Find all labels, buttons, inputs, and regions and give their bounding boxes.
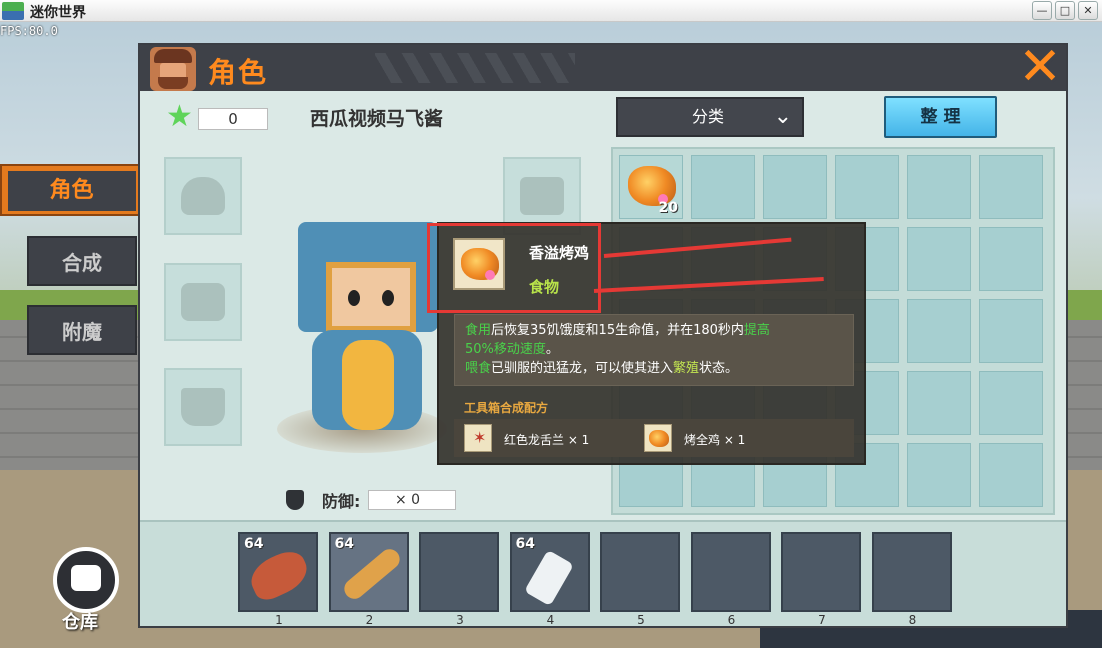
chestplate-slot[interactable] <box>164 263 242 341</box>
agave-icon: ✶ <box>464 424 492 452</box>
storage-icon <box>71 565 101 591</box>
tab-crafting[interactable]: 合成 <box>27 236 137 286</box>
hotbar-slot-number: 1 <box>275 613 283 627</box>
app-icon <box>2 2 24 20</box>
hotbar-slot-6[interactable] <box>690 532 771 612</box>
hotbar-slot-3[interactable] <box>419 532 499 612</box>
helmet-icon <box>181 177 225 215</box>
window-title: 迷你世界 <box>30 5 86 21</box>
hotbar-slot-8[interactable] <box>871 532 952 612</box>
category-dropdown[interactable]: 分类 ⌄ <box>616 97 804 137</box>
sort-button[interactable]: 整 理 <box>884 96 997 138</box>
tab-enchant[interactable]: 附魔 <box>27 305 137 355</box>
boots-icon <box>520 177 564 215</box>
tab-character-label: 角色 <box>7 171 136 211</box>
defense-label: 防御: <box>322 492 361 511</box>
hotbar-slot-2[interactable]: 64 <box>328 532 409 612</box>
star-count: 0 <box>198 108 268 130</box>
item-count: 64 <box>334 536 354 552</box>
chestplate-icon <box>181 283 225 321</box>
ingredient-1: 红色龙舌兰 × 1 <box>504 433 590 447</box>
meat-icon <box>244 545 314 605</box>
inventory-slot[interactable] <box>691 155 755 219</box>
chevron-down-icon: ⌄ <box>773 104 792 129</box>
item-description: 食用后恢复35饥饿度和15生命值，并在180秒内提高 50%移动速度。 喂食已驯… <box>454 314 854 386</box>
inventory-slot[interactable] <box>907 299 971 363</box>
ingredient-2: 烤全鸡 × 1 <box>684 433 746 447</box>
close-icon[interactable]: ✕ <box>1014 41 1066 93</box>
item-count: 64 <box>244 536 264 552</box>
inventory-slot[interactable] <box>979 443 1043 507</box>
hotbar-slot-number: 8 <box>908 613 917 627</box>
highlight-box <box>427 223 601 313</box>
shield-icon <box>286 490 304 510</box>
item-count: 64 <box>515 536 535 552</box>
inventory-slot[interactable] <box>979 227 1043 291</box>
panel-title: 角色 <box>208 56 269 89</box>
close-window-button[interactable]: ✕ <box>1078 1 1098 20</box>
hotbar-slot-number: 7 <box>818 613 826 627</box>
panel-header: 角色 ✕ <box>140 41 1066 93</box>
fps-counter: FPS:80.0 <box>0 24 58 38</box>
inventory-slot[interactable] <box>907 155 971 219</box>
hotbar-slot-number: 2 <box>365 613 374 627</box>
star-icon: ★ <box>166 99 193 134</box>
inventory-slot[interactable]: 20 <box>619 155 683 219</box>
header-decoration <box>375 53 575 83</box>
hotbar-slot-1[interactable]: 64 <box>238 532 318 612</box>
hotbar-slot-4[interactable]: 64 <box>509 532 590 612</box>
recipe-title: 工具箱合成配方 <box>464 401 549 415</box>
avatar-icon <box>150 47 196 91</box>
player-name: 西瓜视频马飞酱 <box>310 108 444 130</box>
inventory-slot[interactable] <box>979 299 1043 363</box>
leggings-icon <box>181 388 225 426</box>
hotbar-slot-number: 6 <box>727 613 736 627</box>
character-model <box>290 210 440 445</box>
milk-icon <box>523 549 574 607</box>
inventory-slot[interactable] <box>979 155 1043 219</box>
hotbar-slot-5[interactable] <box>600 532 680 612</box>
leggings-slot[interactable] <box>164 368 242 446</box>
maximize-button[interactable]: □ <box>1055 1 1075 20</box>
inventory-slot[interactable] <box>763 155 827 219</box>
inventory-slot[interactable] <box>907 227 971 291</box>
storage-label: 仓库 <box>62 612 98 633</box>
hotbar-slot-number: 3 <box>456 613 464 627</box>
inventory-slot[interactable] <box>979 371 1043 435</box>
inventory-slot[interactable] <box>907 443 971 507</box>
storage-button[interactable] <box>53 547 119 613</box>
category-label: 分类 <box>692 107 725 126</box>
hotbar-slot-number: 4 <box>546 613 555 627</box>
defense-value: × 0 <box>368 490 456 510</box>
helmet-slot[interactable] <box>164 157 242 235</box>
hotbar-slot-7[interactable] <box>781 532 861 612</box>
inventory-slot[interactable] <box>835 155 899 219</box>
inventory-slot[interactable] <box>907 371 971 435</box>
window-titlebar: 迷你世界 — □ ✕ <box>0 0 1102 22</box>
tab-character[interactable]: 角色 <box>0 164 143 216</box>
hotbar-slot-number: 5 <box>637 613 645 627</box>
bread-icon <box>339 545 404 603</box>
minimize-button[interactable]: — <box>1032 1 1052 20</box>
roast-chicken-icon <box>644 424 672 452</box>
item-count: 20 <box>658 200 678 216</box>
recipe-ingredients: ✶ 红色龙舌兰 × 1 烤全鸡 × 1 <box>454 419 854 457</box>
